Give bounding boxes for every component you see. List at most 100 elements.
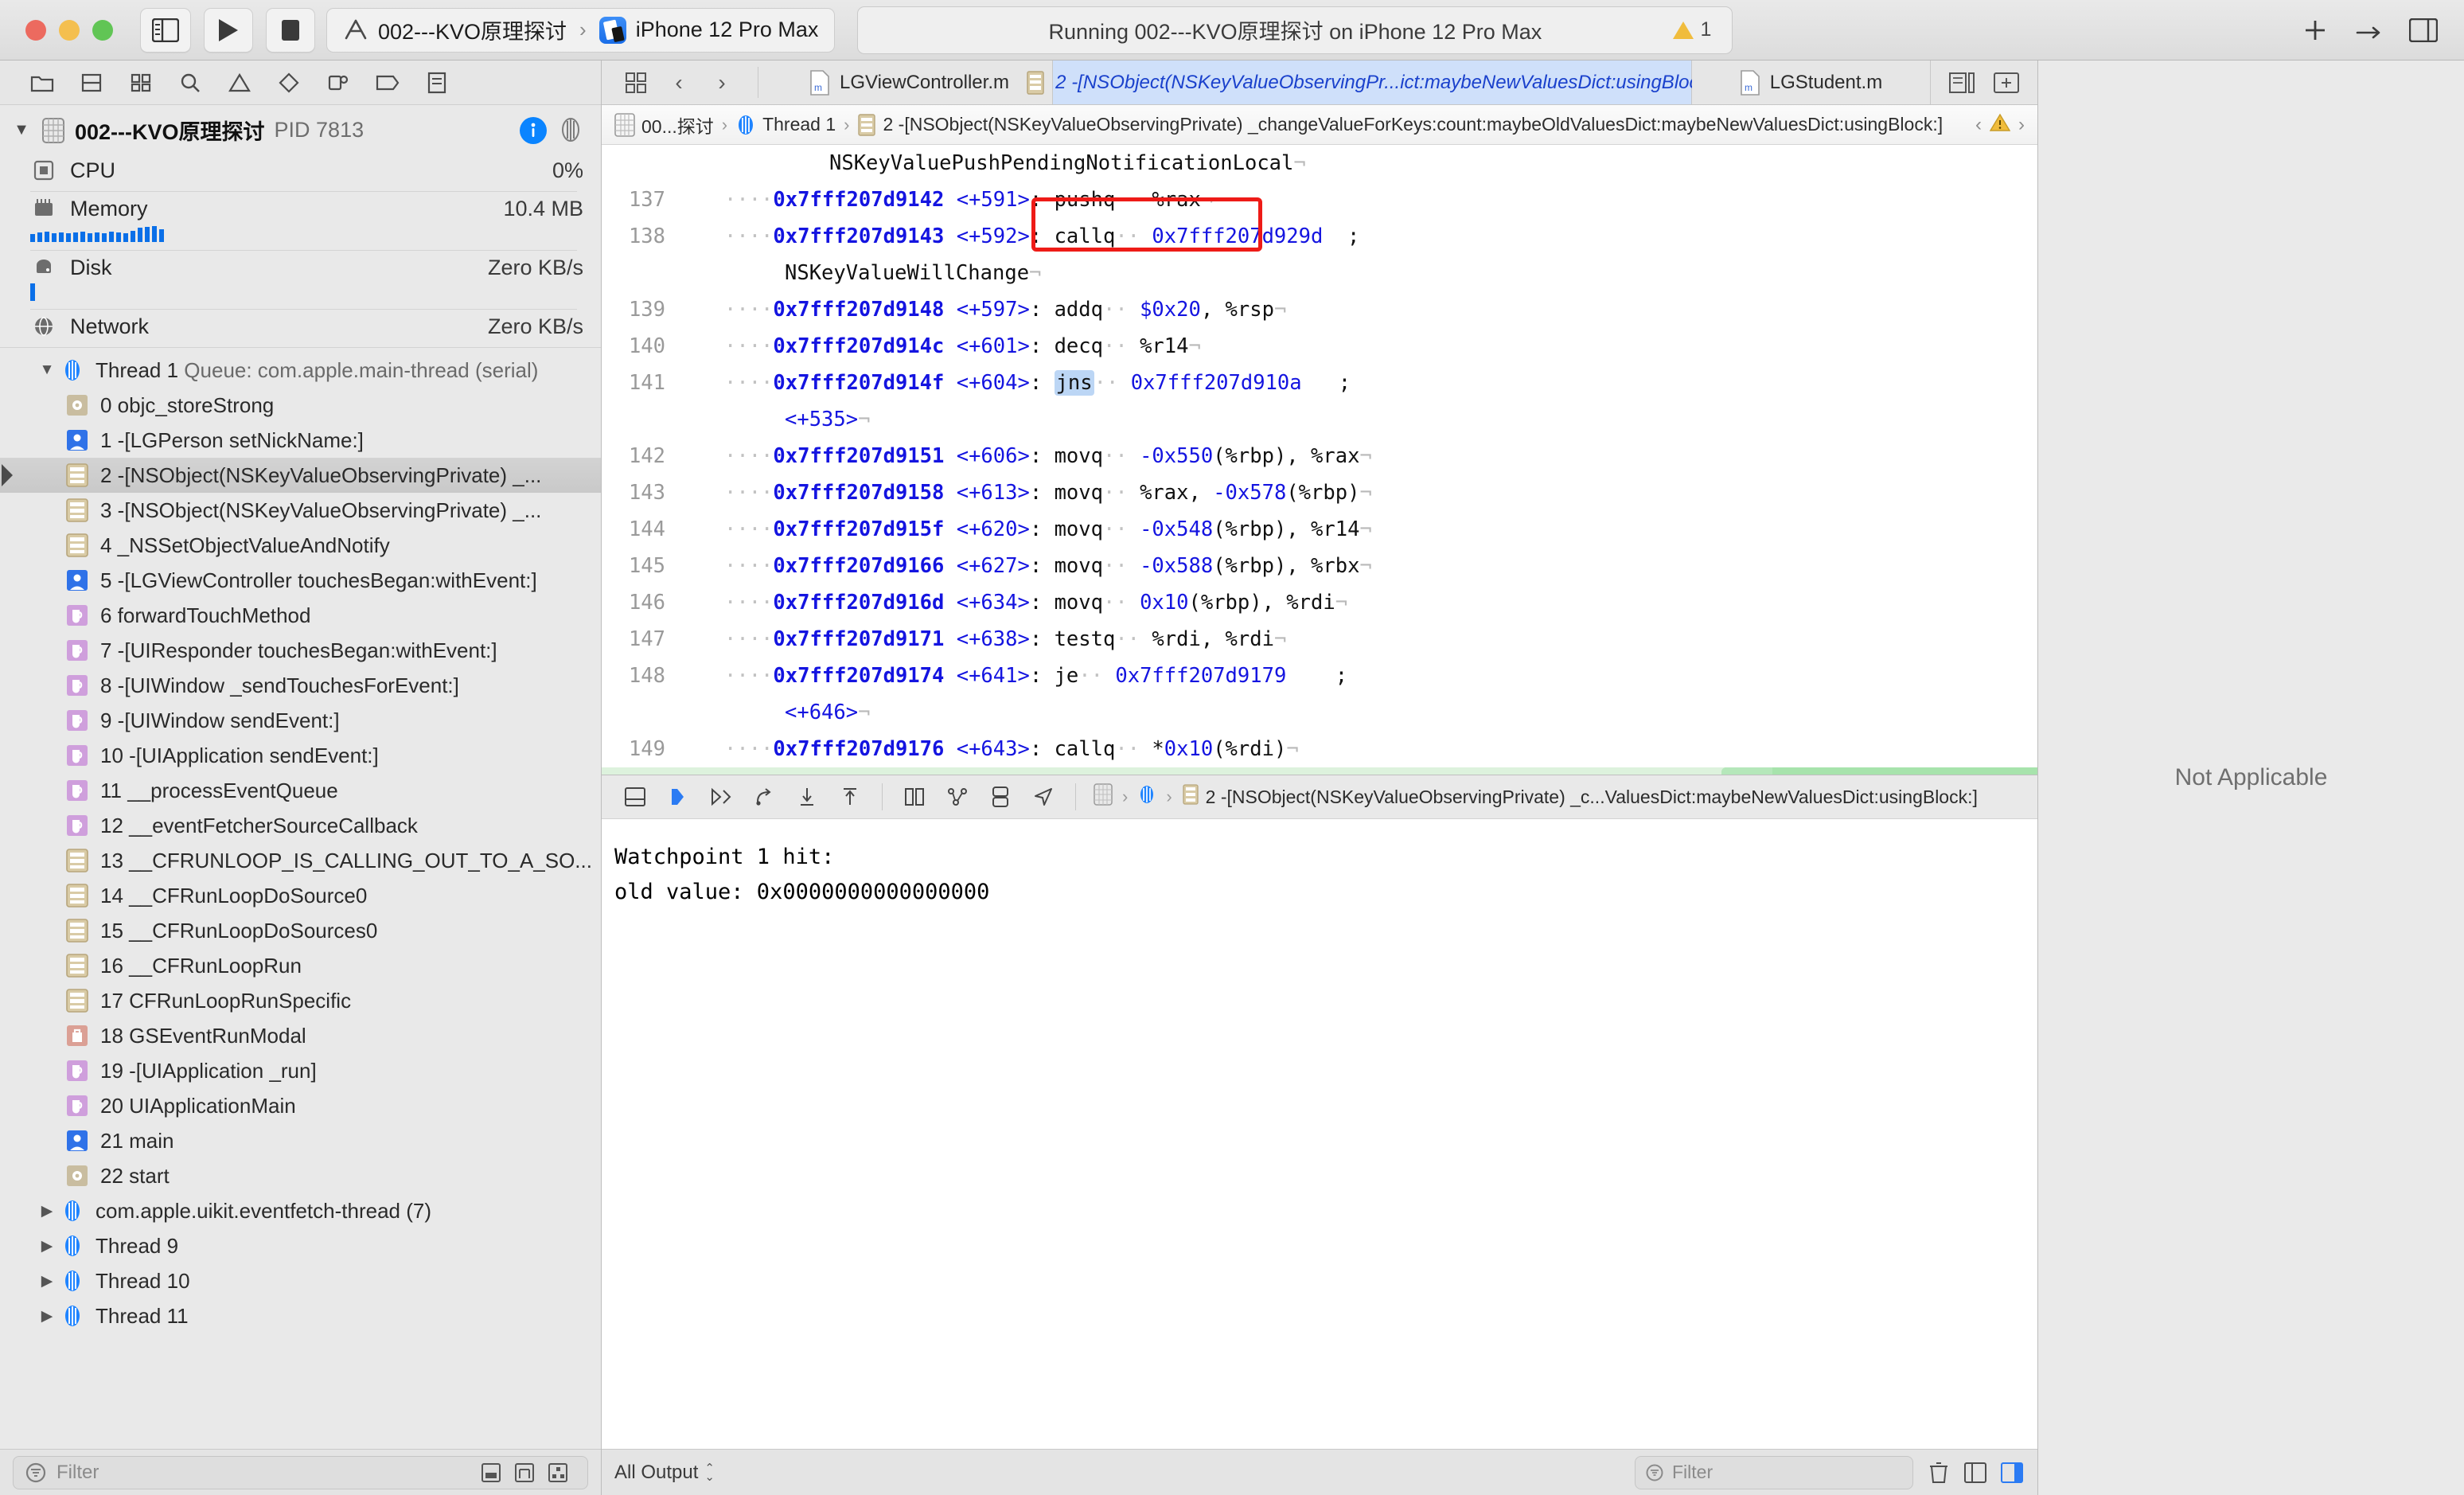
- add-icon[interactable]: [2292, 10, 2338, 51]
- report-navigator-icon[interactable]: [412, 65, 462, 100]
- console-filter-input[interactable]: Filter: [1635, 1455, 1913, 1489]
- thread-stack-tree[interactable]: ▼ Thread 1 Queue: com.apple.main-thread (…: [0, 348, 601, 1449]
- editor-jump-bar[interactable]: 00...探讨 › Thread 1 › 2 -[NSObject(NSKeyV…: [602, 105, 2037, 145]
- disassembly-line[interactable]: 147 ····0x7fff207d9171 <+638>: testq·· %r…: [602, 621, 2037, 658]
- watchpoint-handle-icon[interactable]: [1721, 767, 1773, 775]
- next-issue-icon[interactable]: ›: [2018, 114, 2025, 136]
- scheme-selector[interactable]: 002---KVO原理探讨 › iPhone 12 Pro Max: [326, 7, 836, 53]
- gauge-memory[interactable]: Memory 10.4 MB: [0, 192, 601, 221]
- stack-frame-row[interactable]: 13 __CFRUNLOOP_IS_CALLING_OUT_TO_A_SO...: [0, 843, 601, 878]
- chevron-down-icon[interactable]: ▼: [11, 121, 32, 139]
- chevron-right-icon[interactable]: ▶: [35, 1237, 59, 1255]
- chevron-right-icon[interactable]: ▶: [35, 1307, 59, 1325]
- stack-frame-row[interactable]: 11 __processEventQueue: [0, 773, 601, 808]
- stack-frame-row[interactable]: 0 objc_storeStrong: [0, 388, 601, 423]
- jumpbar-frame[interactable]: 2 -[NSObject(NSKeyValueObservingPrivate)…: [857, 113, 1943, 137]
- toggle-inspector-icon[interactable]: [2400, 10, 2446, 51]
- stack-frame-row[interactable]: 12 __eventFetcherSourceCallback: [0, 808, 601, 843]
- threads-view-icon[interactable]: [558, 117, 585, 144]
- source-control-navigator-icon[interactable]: [67, 65, 116, 100]
- stack-frame-row[interactable]: 1 -[LGPerson setNickName:]: [0, 423, 601, 458]
- toggle-navigator-button[interactable]: [140, 7, 191, 53]
- stack-frame-row[interactable]: 7 -[UIResponder touchesBegan:withEvent:]: [0, 633, 601, 668]
- step-into-icon[interactable]: [743, 779, 785, 814]
- chevron-down-icon[interactable]: ▼: [35, 361, 59, 379]
- issue-navigator-icon[interactable]: [215, 65, 264, 100]
- stack-frame-row[interactable]: 9 -[UIWindow sendEvent:]: [0, 703, 601, 738]
- hide-console-icon[interactable]: [614, 779, 656, 814]
- disassembly-line[interactable]: 137 ····0x7fff207d9142 <+591>: pushq·· %r…: [602, 182, 2037, 218]
- stack-frame-row[interactable]: 5 -[LGViewController touchesBegan:withEv…: [0, 563, 601, 598]
- stack-frame-row[interactable]: 6 forwardTouchMethod: [0, 598, 601, 633]
- project-navigator-icon[interactable]: [18, 65, 67, 100]
- disassembly-line[interactable]: 144 ····0x7fff207d915f <+620>: movq·· -0x…: [602, 511, 2037, 548]
- view-hierarchy-icon[interactable]: [894, 779, 935, 814]
- minimize-window-button[interactable]: [59, 19, 80, 41]
- gauge-cpu[interactable]: CPU 0%: [0, 154, 601, 183]
- disassembly-line[interactable]: 143 ····0x7fff207d9158 <+613>: movq·· %ra…: [602, 474, 2037, 511]
- go-forward-icon[interactable]: ›: [702, 65, 742, 100]
- stack-frame-row[interactable]: 20 UIApplicationMain: [0, 1088, 601, 1123]
- toggle-debug-area-icon[interactable]: [2346, 10, 2392, 51]
- inspect-process-icon[interactable]: [520, 116, 547, 144]
- disassembly-line[interactable]: 142 ····0x7fff207d9151 <+606>: movq·· -0x…: [602, 438, 2037, 474]
- watchpoint-badge[interactable]: Thread 1: watchpoint 1: [1721, 767, 2037, 775]
- step-over-icon[interactable]: [700, 779, 742, 814]
- filter-show-source-icon[interactable]: [478, 1459, 505, 1486]
- test-navigator-icon[interactable]: [264, 65, 314, 100]
- console-output[interactable]: Watchpoint 1 hit: old value: 0x0000000000…: [602, 819, 2037, 1449]
- disassembly-line[interactable]: 138 ····0x7fff207d9143 <+592>: callq·· 0x…: [602, 218, 2037, 255]
- stack-frame-row[interactable]: 16 __CFRunLoopRun: [0, 948, 601, 983]
- jumpbar-project[interactable]: 00...探讨: [614, 111, 714, 139]
- disassembly-line[interactable]: 139 ····0x7fff207d9148 <+597>: addq·· $0x…: [602, 291, 2037, 328]
- show-variables-view-icon[interactable]: [1961, 1458, 1990, 1487]
- gauge-disk[interactable]: Disk Zero KB/s: [0, 251, 601, 280]
- debug-navigator-icon[interactable]: [314, 65, 363, 100]
- tab-lgstudent[interactable]: m LGStudent.m: [1692, 61, 1931, 104]
- tab-disassembly[interactable]: 2 -[NSObject(NSKeyValueObservingPr...ict…: [1027, 61, 1719, 104]
- activity-status-bar[interactable]: Running 002---KVO原理探讨 on iPhone 12 Pro M…: [857, 6, 1733, 54]
- stack-frame-row[interactable]: 3 -[NSObject(NSKeyValueObservingPrivate)…: [0, 493, 601, 528]
- jumpbar-warning-icon[interactable]: [1989, 113, 2011, 137]
- disassembly-line[interactable]: 145 ····0x7fff207d9166 <+627>: movq·· -0x…: [602, 548, 2037, 584]
- breakpoint-navigator-icon[interactable]: [363, 65, 412, 100]
- memory-graph-icon[interactable]: [937, 779, 978, 814]
- search-navigator-icon[interactable]: [166, 65, 215, 100]
- continue-icon[interactable]: [657, 779, 699, 814]
- show-minimap-icon[interactable]: [1944, 65, 1980, 100]
- show-console-view-icon[interactable]: [1998, 1458, 2026, 1487]
- go-back-icon[interactable]: ‹: [659, 65, 699, 100]
- disassembly-line[interactable]: 148 ····0x7fff207d9174 <+641>: je·· 0x7ff…: [602, 658, 2037, 694]
- stack-frame-row[interactable]: 2 -[NSObject(NSKeyValueObservingPrivate)…: [0, 458, 601, 493]
- disassembly-view[interactable]: NSKeyValuePushPendingNotificationLocal¬ 1…: [602, 145, 2037, 775]
- thread-row[interactable]: ▶ com.apple.uikit.eventfetch-thread (7): [0, 1193, 601, 1228]
- stack-frame-row[interactable]: 10 -[UIApplication sendEvent:]: [0, 738, 601, 773]
- step-out-icon[interactable]: [786, 779, 828, 814]
- thread-row[interactable]: ▼ Thread 1 Queue: com.apple.main-thread (…: [0, 353, 601, 388]
- tab-lgviewcontroller[interactable]: m LGViewController.m: [766, 61, 1053, 104]
- disassembly-line[interactable]: 149 ····0x7fff207d9176 <+643>: callq·· *0…: [602, 731, 2037, 767]
- chevron-right-icon[interactable]: ▶: [35, 1272, 59, 1290]
- stack-frame-row[interactable]: 8 -[UIWindow _sendTouchesForEvent:]: [0, 668, 601, 703]
- navigator-filter-input[interactable]: Filter: [13, 1455, 588, 1489]
- stack-frame-row[interactable]: 18 GSEventRunModal: [0, 1018, 601, 1053]
- stack-frame-row[interactable]: 14 __CFRunLoopDoSource0: [0, 878, 601, 913]
- editor-options-icon[interactable]: [616, 65, 656, 100]
- thread-row[interactable]: ▶ Thread 10: [0, 1263, 601, 1298]
- zoom-window-button[interactable]: [92, 19, 113, 41]
- stack-frame-row[interactable]: 21 main: [0, 1123, 601, 1158]
- thread-row[interactable]: ▶ Thread 11: [0, 1298, 601, 1333]
- add-editor-icon[interactable]: [1988, 65, 2025, 100]
- stack-frame-row[interactable]: 19 -[UIApplication _run]: [0, 1053, 601, 1088]
- stack-frame-row[interactable]: 22 start: [0, 1158, 601, 1193]
- stack-frame-row[interactable]: 17 CFRunLoopRunSpecific: [0, 983, 601, 1018]
- simulate-location-icon[interactable]: [1023, 779, 1064, 814]
- disassembly-line[interactable]: 146 ····0x7fff207d916d <+634>: movq·· 0x1…: [602, 584, 2037, 621]
- chevron-right-icon[interactable]: ▶: [35, 1202, 59, 1220]
- jumpbar-thread[interactable]: Thread 1: [735, 113, 836, 137]
- process-header[interactable]: ▼ 002---KVO原理探讨 PID 7813: [0, 105, 601, 154]
- run-button[interactable]: [204, 7, 253, 53]
- step-out-up-icon[interactable]: [829, 779, 871, 814]
- disassembly-line[interactable]: 141 ····0x7fff207d914f <+604>: jns·· 0x7f…: [602, 365, 2037, 401]
- thread-row[interactable]: ▶ Thread 9: [0, 1228, 601, 1263]
